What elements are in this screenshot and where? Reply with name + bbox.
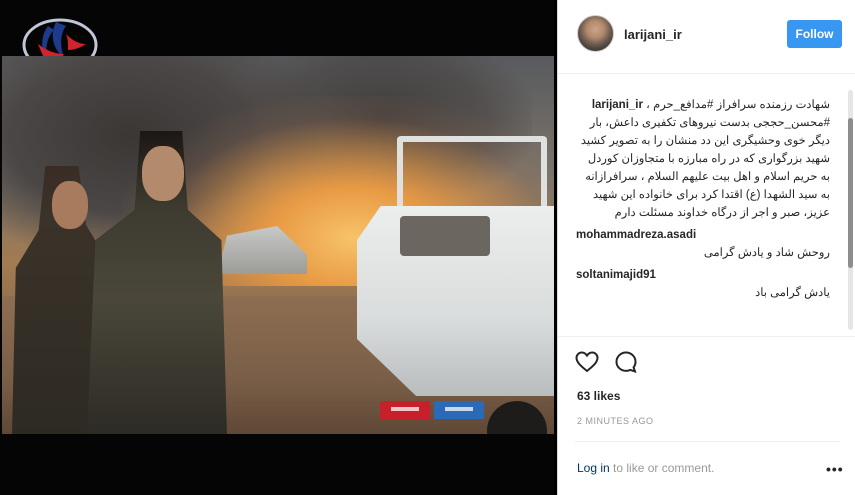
caption-head-text: شهادت رزمنده سرافراز #مدافع_حرم ،: [646, 99, 830, 111]
post-actions: 63 likes 2 MINUTES AGO Log in to like or…: [558, 336, 855, 495]
blue-caption-badge: [434, 401, 484, 419]
caption-head: شهادت رزمنده سرافراز #مدافع_حرم ، larija…: [576, 96, 830, 114]
post-photo: [2, 56, 554, 434]
comment-item: mohammadreza.asadi روحش شاد و یادش گرامی: [576, 226, 830, 262]
login-prompt-text: to like or comment.: [609, 461, 715, 475]
header-username[interactable]: larijani_ir: [624, 27, 682, 42]
post-header: larijani_ir Follow: [558, 0, 855, 74]
login-link[interactable]: Log in: [577, 461, 610, 475]
comment-item: soltanimajid91 یادش گرامی باد: [576, 266, 830, 302]
post-media: [0, 0, 554, 495]
comment-bubble-icon[interactable]: [613, 349, 639, 375]
likes-count[interactable]: 63 likes: [577, 389, 620, 403]
red-caption-badge: [380, 401, 430, 419]
comments-list: شهادت رزمنده سرافراز #مدافع_حرم ، larija…: [558, 74, 848, 336]
login-prompt: Log in to like or comment.: [577, 461, 714, 475]
comment-username[interactable]: mohammadreza.asadi: [576, 229, 696, 241]
caption: شهادت رزمنده سرافراز #مدافع_حرم ، larija…: [576, 96, 830, 222]
heart-icon[interactable]: [574, 349, 600, 375]
follow-button[interactable]: Follow: [787, 20, 842, 48]
post-timestamp[interactable]: 2 MINUTES AGO: [577, 416, 654, 426]
comment-username[interactable]: soltanimajid91: [576, 269, 656, 281]
avatar[interactable]: [577, 15, 614, 52]
more-options-icon[interactable]: •••: [826, 461, 844, 477]
caption-text: #محسن_حججی بدست نیروهای تکفیری داعش، بار…: [580, 117, 830, 219]
comment-text: روحش شاد و یادش گرامی: [703, 247, 830, 259]
divider: [575, 441, 840, 442]
comments-scrollbar-thumb[interactable]: [848, 118, 853, 268]
post-panel: larijani_ir Follow شهادت رزمنده سرافراز …: [557, 0, 855, 495]
caption-username[interactable]: larijani_ir: [592, 99, 643, 111]
comment-text: یادش گرامی باد: [755, 287, 830, 299]
